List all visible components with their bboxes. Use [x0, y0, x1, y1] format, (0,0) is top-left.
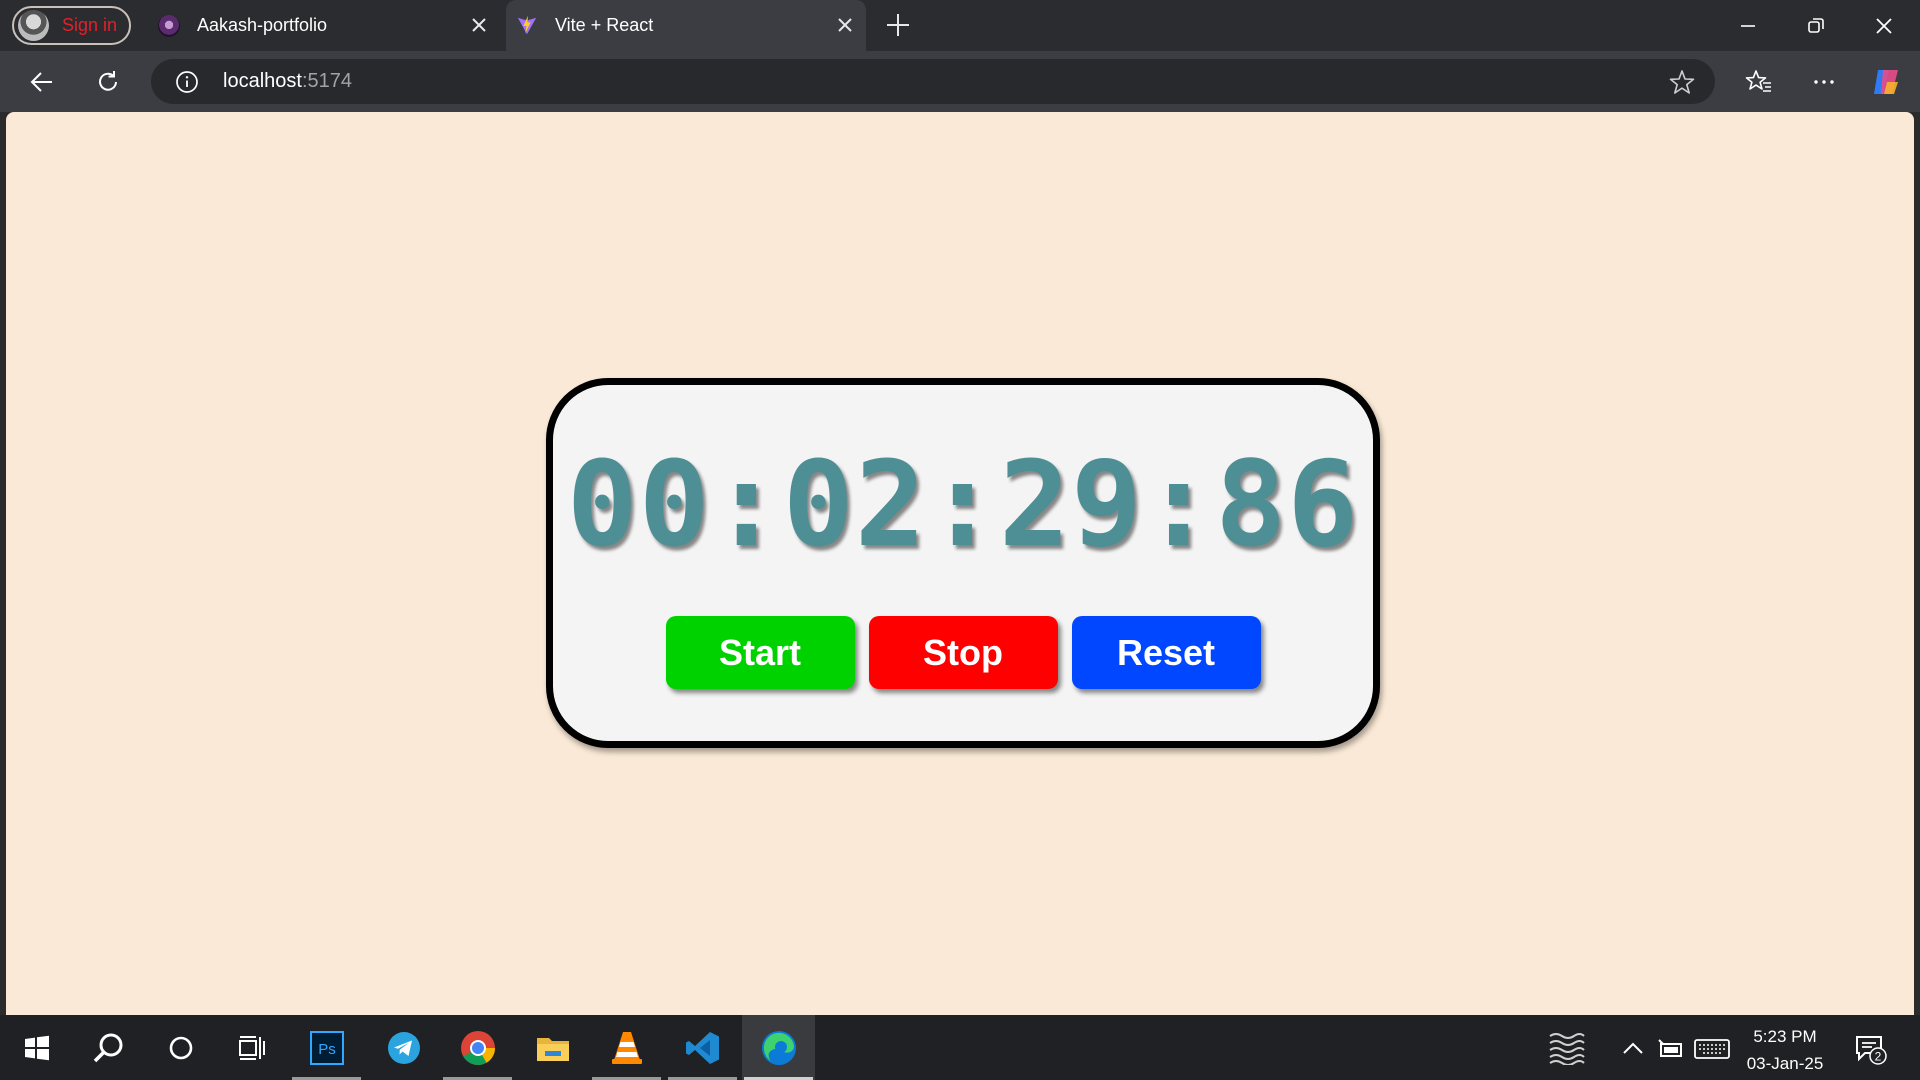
stopwatch-card: 00:02:29:86 Start Stop Reset: [546, 378, 1380, 748]
taskbar-vlc[interactable]: [590, 1015, 663, 1080]
close-icon[interactable]: [468, 14, 490, 36]
more-dots-icon: [1814, 80, 1834, 84]
taskbar-search[interactable]: [72, 1015, 145, 1080]
reset-button[interactable]: Reset: [1071, 616, 1261, 689]
weather-icon[interactable]: [1548, 1031, 1586, 1065]
taskbar-clock[interactable]: 5:23 PM 03-Jan-25: [1740, 1023, 1830, 1077]
back-button[interactable]: [25, 65, 59, 99]
chrome-icon: [460, 1030, 495, 1065]
battery-icon[interactable]: [1657, 1038, 1683, 1058]
stop-button[interactable]: Stop: [868, 616, 1058, 689]
minimize-button[interactable]: [1714, 0, 1782, 51]
browser-toolbar: localhost:5174: [0, 51, 1920, 112]
url-port: :5174: [301, 70, 352, 92]
taskbar-file-explorer[interactable]: [516, 1015, 589, 1080]
search-icon: [93, 1033, 122, 1062]
profile-avatar: [18, 10, 49, 41]
clock-time: 5:23 PM: [1753, 1027, 1817, 1046]
tab-title: Aakash-portfolio: [197, 15, 328, 35]
close-icon: [1876, 17, 1892, 34]
telegram-icon: [387, 1031, 420, 1064]
back-arrow-icon: [30, 72, 52, 92]
refresh-button[interactable]: [91, 65, 125, 99]
cortana-icon: [169, 1036, 192, 1059]
taskbar-task-view[interactable]: [216, 1015, 289, 1080]
edge-icon: [761, 1030, 796, 1065]
notification-count: 2: [1875, 1049, 1882, 1063]
stopwatch-controls: Start Stop Reset: [553, 616, 1373, 689]
url-host: localhost: [223, 70, 302, 92]
clock-date: 03-Jan-25: [1746, 1054, 1824, 1073]
minimize-icon: [1741, 24, 1755, 27]
taskbar-telegram[interactable]: [367, 1015, 440, 1080]
profile-label: Sign in: [62, 15, 118, 35]
tab-aakash-portfolio[interactable]: Aakash-portfolio: [148, 0, 500, 51]
svg-text:Ps: Ps: [318, 1041, 336, 1058]
url-text[interactable]: localhost:5174: [223, 70, 352, 93]
tab-title: Vite + React: [555, 15, 654, 35]
timer-display: 00:02:29:86: [566, 435, 1360, 573]
photoshop-icon: Ps: [309, 1030, 344, 1065]
taskbar-chrome[interactable]: [441, 1015, 514, 1080]
start-button[interactable]: [0, 1015, 73, 1080]
copilot-icon: [1874, 70, 1898, 94]
taskbar-photoshop[interactable]: Ps: [290, 1015, 363, 1080]
close-window-button[interactable]: [1850, 0, 1918, 51]
close-icon[interactable]: [834, 14, 856, 36]
vlc-icon: [611, 1031, 642, 1064]
file-explorer-icon: [536, 1037, 569, 1061]
copilot-button[interactable]: [1869, 65, 1903, 99]
windows-taskbar: Ps 5:23 PM 03-Jan-25 2: [0, 1015, 1920, 1080]
restore-button[interactable]: [1782, 0, 1850, 51]
favorites-icon: [1745, 70, 1771, 92]
vite-logo-icon: [517, 15, 537, 34]
action-center-button[interactable]: 2: [1840, 1015, 1900, 1080]
favorites-button[interactable]: [1742, 65, 1776, 99]
vscode-icon: [685, 1031, 719, 1064]
page-viewport: 00:02:29:86 Start Stop Reset: [6, 112, 1914, 1015]
task-view-icon: [238, 1035, 265, 1060]
more-menu-button[interactable]: [1807, 65, 1841, 99]
favorite-star-icon[interactable]: [1669, 69, 1695, 95]
start-button[interactable]: Start: [665, 616, 855, 689]
notification-icon: 2: [1856, 1035, 1887, 1065]
windows-start-icon: [24, 1035, 49, 1060]
browser-tab-strip: Sign in Aakash-portfolio Vite + React: [0, 0, 1920, 51]
tab-vite-react[interactable]: Vite + React: [506, 0, 866, 51]
taskbar-vscode[interactable]: [666, 1015, 739, 1080]
address-bar[interactable]: localhost:5174: [151, 59, 1715, 104]
info-icon[interactable]: [175, 70, 199, 94]
taskbar-edge[interactable]: [742, 1015, 815, 1080]
chevron-up-icon[interactable]: [1622, 1041, 1644, 1055]
keyboard-icon[interactable]: [1694, 1039, 1730, 1059]
refresh-icon: [99, 71, 117, 91]
profile-button[interactable]: Sign in: [12, 6, 131, 45]
taskbar-cortana[interactable]: [144, 1015, 217, 1080]
restore-icon: [1808, 17, 1824, 33]
new-tab-icon[interactable]: [884, 11, 912, 39]
portfolio-avatar-icon: [158, 14, 180, 37]
